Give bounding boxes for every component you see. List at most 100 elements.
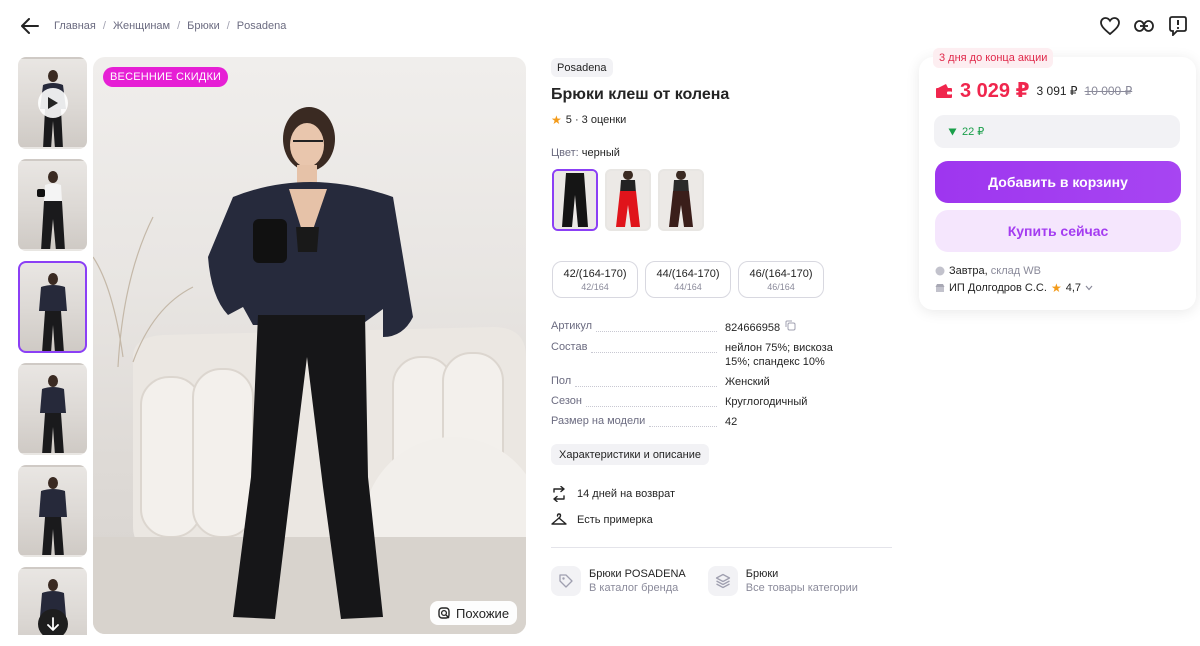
return-icon [553, 486, 565, 502]
delivery-info: Завтра, склад WB [935, 265, 1041, 277]
seller-name: ИП Долгодров С.С. [949, 282, 1047, 294]
report-icon[interactable] [1166, 14, 1190, 38]
color-swatch-brown[interactable] [658, 169, 704, 231]
color-value: черный [581, 147, 620, 159]
add-to-cart-button[interactable]: Добавить в корзину [935, 161, 1181, 203]
link-icon[interactable] [1132, 14, 1156, 38]
thumbnail[interactable] [18, 465, 87, 557]
breadcrumb-item[interactable]: Брюки [187, 20, 220, 32]
seller-rating: 4,7 [1065, 282, 1081, 294]
play-icon[interactable] [37, 88, 68, 118]
delivery-day: Завтра [949, 265, 985, 277]
related-links: Брюки POSADENA В каталог бренда Брюки Все … [551, 566, 858, 596]
rating[interactable]: ★ 5 · 3 оценки [551, 113, 626, 127]
spec-value: Круглогодичный [725, 396, 808, 408]
cashback-value: 22 ₽ [962, 126, 985, 138]
fitting-info: Есть примерка [551, 512, 653, 528]
brand-link-sub: В каталог бренда [589, 582, 679, 594]
hanger-icon [551, 513, 567, 525]
color-label: Цвет: черный [551, 147, 620, 159]
thumbnail-list [18, 57, 87, 635]
spec-row: Артикул 824666958 [551, 320, 851, 335]
spec-key: Пол [551, 375, 572, 387]
buy-now-button[interactable]: Купить сейчас [935, 210, 1181, 252]
layers-icon [707, 566, 738, 596]
chevron-down-icon[interactable] [1085, 285, 1093, 291]
similar-label: Похожие [456, 605, 510, 621]
header-actions [1098, 14, 1190, 38]
size-sub-label: 44/164 [674, 281, 702, 292]
specs-list: Артикул 824666958 Состав нейлон 75%; вис… [551, 320, 851, 435]
similar-button[interactable]: Похожие [430, 601, 518, 625]
category-link-sub: Все товары категории [745, 582, 858, 594]
price-row: 3 029 ₽ 3 091 ₽ 10 000 ₽ [935, 78, 1132, 103]
return-info: 14 дней на возврат [551, 486, 675, 502]
thumbnail[interactable] [18, 363, 87, 455]
breadcrumb-item[interactable]: Posadena [237, 20, 287, 32]
size-label: 42/(164-170) [563, 267, 627, 280]
cashback[interactable]: 22 ₽ [934, 115, 1180, 148]
spec-key: Артикул [551, 320, 593, 332]
delivery-place: склад WB [990, 265, 1041, 277]
spec-value: 42 [725, 416, 738, 428]
breadcrumb-item[interactable]: Женщинам [113, 20, 170, 32]
color-swatch-black[interactable] [552, 169, 598, 231]
product-title: Брюки клеш от колена [551, 86, 730, 103]
breadcrumb: Главная / Женщинам / Брюки / Posadena [54, 20, 287, 32]
main-product-image[interactable] [93, 57, 526, 634]
category-link-title: Брюки [745, 568, 779, 580]
divider [551, 547, 892, 548]
brand-link-title: Брюки POSADENA [589, 568, 686, 580]
spec-row: Размер на модели 42 [551, 415, 851, 429]
size-option[interactable]: 44/(164-170) 44/164 [645, 261, 731, 298]
spec-row: Пол Женский [551, 375, 851, 389]
breadcrumb-item[interactable]: Главная [54, 20, 96, 32]
fitting-text: Есть примерка [577, 514, 653, 526]
spec-key: Состав [551, 341, 588, 353]
heart-icon[interactable] [1098, 14, 1122, 38]
category-link[interactable]: Брюки Все товары категории [707, 566, 858, 596]
color-swatches [552, 169, 704, 231]
globe-icon [935, 266, 945, 276]
copy-icon[interactable] [785, 320, 796, 335]
star-icon: ★ [1050, 281, 1062, 295]
rating-value: 5 · 3 оценки [565, 114, 627, 126]
thumbnail[interactable] [18, 159, 87, 251]
promo-badge: ВЕСЕННИЕ СКИДКИ [103, 67, 229, 87]
brand-tag[interactable]: Posadena [551, 58, 613, 77]
brand-catalog-link[interactable]: Брюки POSADENA В каталог бренда [551, 566, 686, 596]
thumbnail-video[interactable] [18, 57, 87, 149]
spec-row: Сезон Круглогодичный [551, 395, 851, 409]
color-swatch-red[interactable] [605, 169, 651, 231]
wallet-icon [936, 83, 952, 98]
spec-key: Сезон [551, 395, 582, 407]
spec-value: Женский [725, 376, 770, 388]
size-label: 46/(164-170) [749, 267, 813, 280]
size-sub-label: 42/164 [581, 281, 609, 292]
size-option[interactable]: 46/(164-170) 46/164 [738, 261, 824, 298]
thumbnail[interactable] [18, 567, 87, 635]
spec-row: Состав нейлон 75%; вискоза 15%; спандекс… [551, 341, 851, 369]
seller-info[interactable]: ИП Долгодров С.С. ★ 4,7 [935, 281, 1093, 295]
header-left: Главная / Женщинам / Брюки / Posadena [18, 14, 286, 38]
size-label: 44/(164-170) [656, 267, 720, 280]
triangle-down-icon [948, 128, 957, 135]
promo-timer: 3 дня до конца акции [933, 48, 1054, 68]
spec-value: 824666958 [725, 321, 781, 334]
search-similar-icon [438, 606, 450, 619]
size-options: 42/(164-170) 42/164 44/(164-170) 44/164 46… [552, 261, 824, 298]
thumbnail-active[interactable] [18, 261, 87, 353]
spec-value: нейлон 75%; вискоза 15%; спандекс 10% [725, 342, 833, 368]
arrow-down-icon[interactable] [37, 609, 68, 635]
spec-key: Размер на модели [551, 415, 646, 427]
description-button[interactable]: Характеристики и описание [551, 444, 709, 465]
star-icon: ★ [551, 113, 562, 127]
price-without-wallet: 3 091 ₽ [1036, 83, 1078, 98]
shop-icon [935, 284, 945, 292]
size-option[interactable]: 42/(164-170) 42/164 [552, 261, 638, 298]
back-arrow-icon[interactable] [18, 14, 42, 38]
price-current: 3 029 ₽ [960, 80, 1030, 102]
size-sub-label: 46/164 [767, 281, 795, 292]
return-text: 14 дней на возврат [577, 488, 675, 500]
tag-icon [551, 566, 581, 596]
